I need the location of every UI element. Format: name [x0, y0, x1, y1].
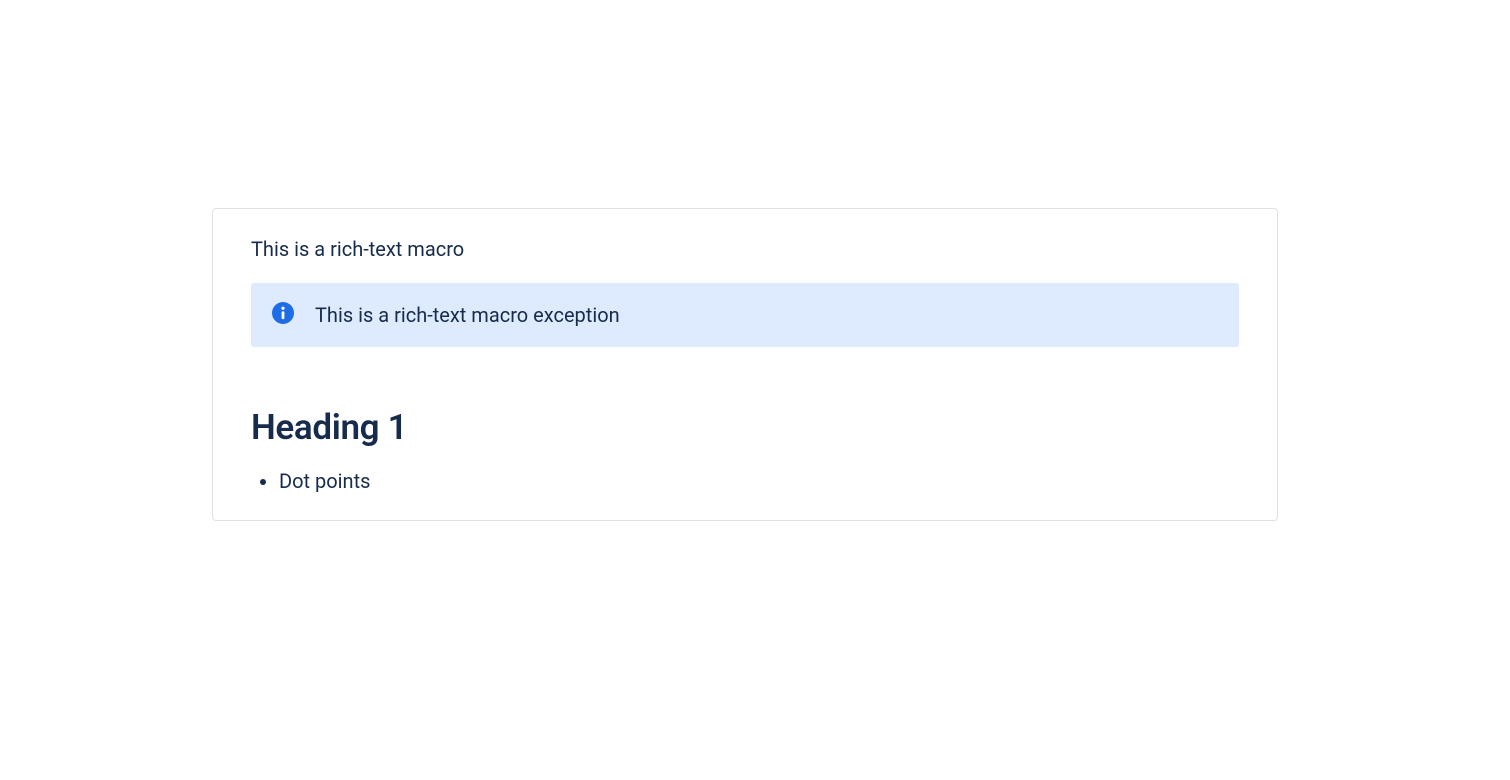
bullet-list: Dot points: [251, 466, 1239, 496]
info-panel-text: This is a rich-text macro exception: [315, 303, 620, 327]
list-item: Dot points: [279, 466, 1239, 496]
info-icon: [271, 301, 295, 329]
info-panel: This is a rich-text macro exception: [251, 283, 1239, 347]
intro-paragraph: This is a rich-text macro: [251, 237, 1239, 261]
macro-card: This is a rich-text macro This is a rich…: [212, 208, 1278, 521]
heading-1: Heading 1: [251, 407, 1239, 448]
